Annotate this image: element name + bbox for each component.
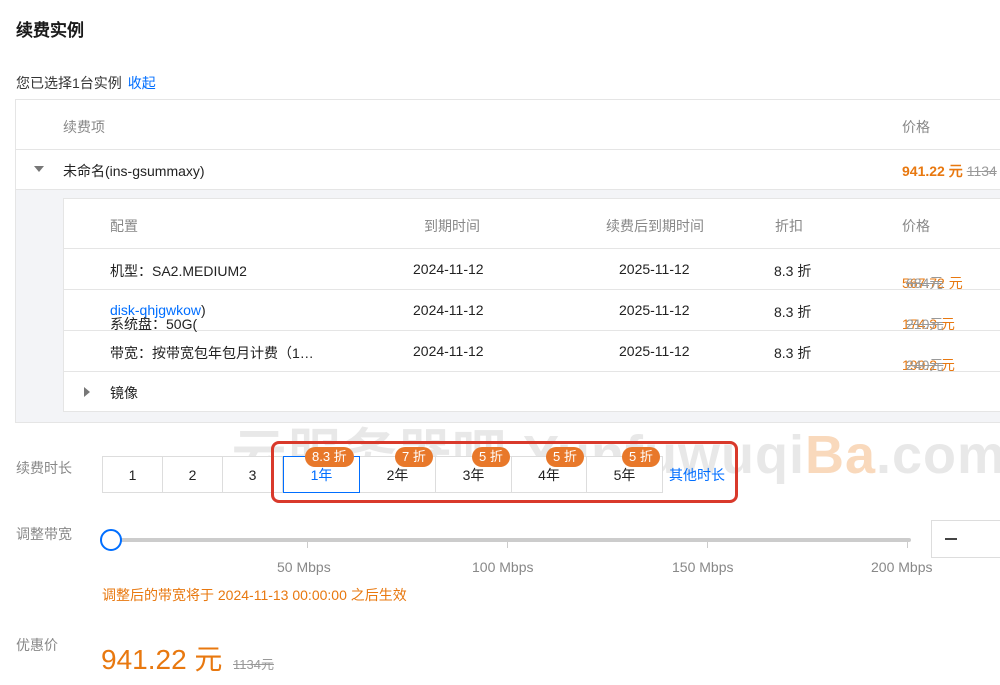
- renew-expire-cell: 2025-11-12: [619, 343, 690, 359]
- tick-label: 200 Mbps: [871, 559, 933, 575]
- bandwidth-notice: 调整后的带宽将于 2024-11-13 00:00:00 之后生效: [102, 587, 407, 603]
- bandwidth-decrease-button[interactable]: [931, 520, 971, 558]
- image-row[interactable]: 镜像: [64, 372, 1000, 412]
- watermark-tail: .com: [876, 425, 1000, 485]
- collapse-link[interactable]: 收起: [128, 75, 156, 91]
- renew-expire-cell: 2025-11-12: [619, 261, 690, 277]
- slider-tick: [507, 542, 508, 548]
- instance-old-price: 1134: [966, 163, 997, 179]
- tick-label: 100 Mbps: [472, 559, 534, 575]
- header-expire: 到期时间: [424, 218, 480, 234]
- expire-cell: 2024-11-12: [413, 261, 484, 277]
- header-renew-expire: 续费后到期时间: [606, 218, 704, 234]
- bandwidth-label: 调整带宽: [16, 526, 72, 542]
- config-suffix: ): [201, 302, 206, 318]
- original-price-value: 1134元: [233, 657, 274, 672]
- bandwidth-input[interactable]: [970, 520, 1000, 558]
- caret-down-icon[interactable]: [34, 166, 44, 172]
- expire-cell: 2024-11-12: [413, 302, 484, 318]
- header-discount: 折扣: [775, 218, 803, 234]
- header-config: 配置: [110, 218, 138, 234]
- discount-cell: 8.3 折: [774, 263, 812, 279]
- instance-name: 未命名(ins-gsummaxy): [63, 163, 205, 179]
- duration-option-1[interactable]: 1: [102, 456, 163, 493]
- table-row: 带宽：按带宽包年包月计费（1… 2024-11-12 2025-11-12 8.…: [64, 331, 1000, 373]
- page-title: 续费实例: [16, 21, 84, 40]
- config-cell: 机型：SA2.MEDIUM2: [110, 263, 247, 279]
- discount-price-label: 优惠价: [16, 637, 58, 653]
- config-cell: 带宽：按带宽包年包月计费（1…: [110, 345, 314, 361]
- bandwidth-slider-track[interactable]: [110, 538, 911, 542]
- slider-tick: [707, 542, 708, 548]
- duration-option-2[interactable]: 2: [162, 456, 223, 493]
- selected-count-text: 您已选择1台实例: [16, 75, 122, 91]
- discount-price-value: 941.22 元: [101, 644, 223, 675]
- header-config-price: 价格: [902, 218, 930, 234]
- instance-price: 941.22 元 1134: [902, 161, 997, 181]
- header-renew-item: 续费项: [63, 119, 105, 135]
- slider-tick: [907, 542, 908, 548]
- config-table: 配置 到期时间 续费后到期时间 折扣 价格 机型：SA2.MEDIUM2 202…: [63, 198, 1000, 412]
- renewal-table-header: 续费项 价格: [16, 100, 1000, 150]
- tick-label: 150 Mbps: [672, 559, 734, 575]
- renew-expire-cell: 2025-11-12: [619, 302, 690, 318]
- discount-cell: 8.3 折: [774, 345, 812, 361]
- slider-tick: [307, 542, 308, 548]
- renewal-table: 续费项 价格 未命名(ins-gsummaxy) 941.22 元 1134 配置…: [15, 99, 1000, 423]
- image-row-label: 镜像: [110, 385, 138, 401]
- highlight-annotation-box: [271, 441, 738, 503]
- selected-summary: 您已选择1台实例 收起: [16, 73, 156, 93]
- duration-label: 续费时长: [16, 460, 72, 476]
- config-table-header: 配置 到期时间 续费后到期时间 折扣 价格: [64, 199, 1000, 249]
- table-row: 机型：SA2.MEDIUM2 2024-11-12 2025-11-12 8.3…: [64, 249, 1000, 291]
- header-price: 价格: [902, 119, 930, 135]
- discount-cell: 8.3 折: [774, 304, 812, 320]
- caret-right-icon[interactable]: [84, 387, 90, 397]
- instance-price-value: 941.22 元: [902, 163, 963, 179]
- tick-label: 50 Mbps: [277, 559, 331, 575]
- watermark-highlight: Ba: [804, 425, 876, 485]
- instance-row[interactable]: 未命名(ins-gsummaxy) 941.22 元 1134: [16, 150, 1000, 190]
- bandwidth-slider-handle[interactable]: [100, 529, 122, 551]
- expire-cell: 2024-11-12: [413, 343, 484, 359]
- table-row: 系统盘：50G(disk-qhjgwkow) 2024-11-12 2025-1…: [64, 290, 1000, 332]
- config-cell: 系统盘：50G(disk-qhjgwkow): [110, 302, 206, 332]
- minus-icon: [945, 538, 957, 540]
